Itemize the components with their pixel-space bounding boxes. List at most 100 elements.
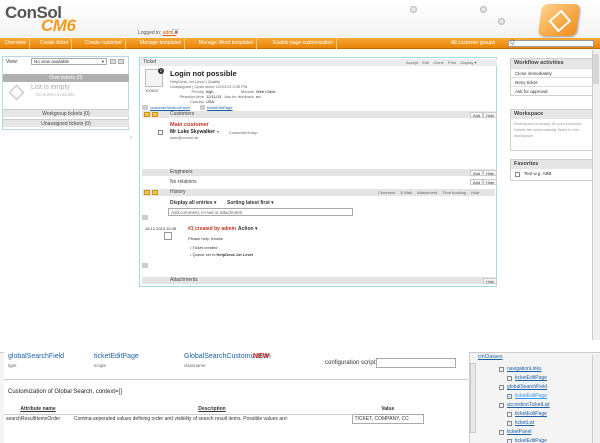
comment-input-placeholder: Add comment, e-mail or attachment <box>171 210 243 215</box>
row-value-input[interactable]: TICKET, COMPANY, CC <box>351 413 424 424</box>
ticket-panel: Ticket Accept Edit Clone Print Display ▾… <box>139 57 498 287</box>
workflow-ask-approval[interactable]: Ask for approval <box>511 86 595 95</box>
tree-item-ticket-panel[interactable]: ticketPanel <box>507 429 531 435</box>
history-edit-icon[interactable] <box>144 190 150 195</box>
print-button[interactable]: Print <box>448 60 456 65</box>
history-collapse-icon[interactable] <box>142 215 148 220</box>
workgroup-tickets-header[interactable]: Workgroup tickets (0) <box>3 109 129 117</box>
own-tickets-header[interactable]: Own tickets (0) <box>3 74 129 82</box>
tree-root[interactable]: cmClasses <box>478 354 502 360</box>
tree-item-ticket-edit-page[interactable]: ticketEditPage <box>515 438 547 443</box>
history-hide-button[interactable]: Hide <box>471 190 479 195</box>
tab-customer-section-panel[interactable]: customerSectionPanel <box>150 105 190 110</box>
page-scrollbar-thumb[interactable] <box>593 54 599 84</box>
tree-item-global-search-field[interactable]: globalSearchField <box>507 384 547 390</box>
display-menu[interactable]: Display ▾ <box>460 60 476 65</box>
customers-section-header: Customers <box>142 111 495 118</box>
customer-checkbox[interactable] <box>158 130 163 135</box>
language-flag-icon[interactable] <box>172 29 178 34</box>
empty-list-subtitle: No tickets available <box>36 92 75 97</box>
nav-create-ticket[interactable]: Create ticket <box>37 38 73 49</box>
row-description: Comma-seperated values defining order an… <box>72 413 352 423</box>
doc-scope-label: scope <box>94 363 107 368</box>
nav-customer-groups[interactable]: All customer groups <box>448 38 498 49</box>
relations-add-button[interactable]: Add <box>470 179 484 185</box>
logout-icon[interactable] <box>498 18 505 25</box>
search-icon: Q <box>510 40 515 46</box>
help-icon[interactable] <box>410 6 417 13</box>
list-settings-icon[interactable] <box>110 59 116 64</box>
page-scrollbar[interactable] <box>592 50 600 340</box>
nav-enable-page-customization[interactable]: Enable page customization <box>270 38 338 49</box>
favorite-item[interactable]: Test w.g. ABB <box>524 171 552 176</box>
accept-button[interactable]: Accept <box>406 60 418 65</box>
tree-item-ticket-edit-page-selected[interactable]: ticketEditPage <box>515 393 547 399</box>
th-attribute-name: Attribute name <box>20 406 56 413</box>
tree-node-icon <box>499 403 504 408</box>
sorting-dropdown[interactable]: Sorting latest first ▾ <box>227 200 274 206</box>
collapse-panel-icon[interactable]: ‹ <box>130 135 132 141</box>
country-value: USA <box>206 99 215 104</box>
nav-create-customer[interactable]: Create customer <box>82 38 126 49</box>
no-relations-text: No relations <box>170 179 197 185</box>
feedback-label: Ask for feedback <box>224 94 254 99</box>
history-expand-icon[interactable] <box>142 263 148 268</box>
entry-bullet-created: • Ticket created <box>190 245 218 250</box>
attachments-hide-button[interactable]: Hide <box>483 277 498 284</box>
cm6-brand-graphic-icon <box>537 4 581 36</box>
main-customer-label: Main customer <box>170 122 209 128</box>
tree-item-ticket-edit-page[interactable]: ticketEditPage <box>515 375 547 381</box>
feedback-value: no <box>256 94 261 99</box>
nav-manage-templates[interactable]: Manage templates <box>137 38 186 49</box>
tab-ticket-edit-page[interactable]: ticketEditPage <box>207 105 233 110</box>
doc-config-label: configuration script: <box>325 360 378 366</box>
doc-tree-scrollbar[interactable] <box>592 355 600 443</box>
workspace-title: Workspace <box>511 110 595 119</box>
doc-splitter[interactable] <box>470 363 476 433</box>
customer-layout-icon[interactable] <box>152 112 158 117</box>
customer-menu-icon[interactable]: ▾ <box>217 129 219 134</box>
workflow-deny-ticket[interactable]: Deny ticket <box>511 77 595 86</box>
favorite-checkbox[interactable] <box>515 172 520 177</box>
config-script-input[interactable] <box>376 358 456 368</box>
tree-item-navigation-links[interactable]: navigationLinks <box>507 366 541 372</box>
customers-hide-button[interactable]: Hide <box>483 111 498 118</box>
entry-action-menu[interactable]: Action ▾ <box>238 226 257 232</box>
clone-button[interactable]: Clone <box>433 60 443 65</box>
doc-new-badge: NEW <box>253 353 270 360</box>
workspace-text: Workspace is empty. All your unsaved tic… <box>514 121 582 138</box>
customer-email[interactable]: luke@consol.de <box>170 135 199 140</box>
edit-button[interactable]: Edit <box>422 60 429 65</box>
relations-hide-button[interactable]: Hide <box>483 179 498 185</box>
engineers-add-button[interactable]: Add <box>470 169 484 176</box>
engineers-title: Engineers <box>170 169 193 175</box>
refresh-icon[interactable] <box>118 59 124 64</box>
comment-input[interactable]: Add comment, e-mail or attachment <box>168 208 353 216</box>
doc-type-label: type <box>8 363 17 368</box>
comment-button[interactable]: Comment <box>378 190 395 195</box>
tree-node-icon <box>499 385 504 390</box>
tree-node-icon <box>499 367 504 372</box>
search-input[interactable]: Q <box>508 40 594 47</box>
engineers-hide-button[interactable]: Hide <box>483 169 498 176</box>
nav-manage-word-templates[interactable]: Manage Word templates <box>196 38 258 49</box>
display-all-dropdown[interactable]: Display all entries ▾ <box>170 200 216 206</box>
unassigned-tickets-header[interactable]: Unassigned tickets (0) <box>3 119 129 127</box>
email-button[interactable]: E-Mail <box>400 190 411 195</box>
entry-bullet-queue: • Queue set to HelpDesk 1st Level <box>190 252 254 257</box>
workflow-close-immediately[interactable]: Close immediately <box>511 68 595 77</box>
tree-item-ticket-edit-page[interactable]: ticketEditPage <box>515 411 547 417</box>
tree-item-ticket-list[interactable]: ticketList <box>515 420 534 426</box>
favorite-icon[interactable] <box>480 6 487 13</box>
history-layout-icon[interactable] <box>152 190 158 195</box>
nav-overview[interactable]: Overview <box>2 38 30 49</box>
view-select[interactable]: No view available ▾ <box>31 58 107 65</box>
attachment-button[interactable]: Attachment <box>417 190 437 195</box>
customers-add-button[interactable]: Add <box>470 111 484 118</box>
time-booking-button[interactable]: Time booking <box>442 190 466 195</box>
workspace-panel: Workspace Workspace is empty. All your u… <box>510 109 596 151</box>
tree-item-accordion-ticket-list[interactable]: accordionTicketList <box>507 402 550 408</box>
customer-edit-icon[interactable] <box>144 112 150 117</box>
doc-scope-value: ticketEditPage <box>94 353 139 360</box>
attachments-section-header: Attachments <box>142 277 495 284</box>
